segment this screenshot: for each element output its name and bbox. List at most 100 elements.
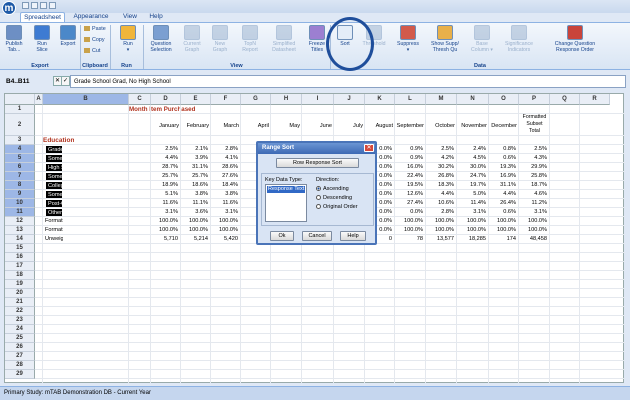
column-header-e[interactable]: E [181,94,211,105]
show-supp-button[interactable]: Show Supp/Thresh Qu [428,25,462,53]
column-header-j[interactable]: J [334,94,365,105]
radio-ascending[interactable]: Ascending [316,186,349,193]
publish-button[interactable]: Publish Tab... [3,25,25,53]
row-header-27[interactable]: 27 [5,352,35,361]
column-header-m[interactable]: M [426,94,457,105]
copy-button[interactable]: Copy [84,37,105,44]
status-bar: Primary Study: mTAB Demonstration DB - C… [0,386,630,400]
close-icon[interactable]: ✕ [364,144,374,152]
grid-line [35,252,625,253]
grid-line [35,261,625,262]
column-header-i[interactable]: I [302,94,334,105]
grid-line [394,105,395,383]
row-header-11[interactable]: 11 [5,208,35,217]
question-button[interactable]: Question Selection [146,25,176,53]
corner-cell[interactable] [5,94,35,105]
quick-undo-icon[interactable] [40,2,47,9]
tab-appearance[interactable]: Appearance [67,12,115,22]
tab-view[interactable]: View [117,12,143,22]
grid-line [35,306,625,307]
row-header-26[interactable]: 26 [5,343,35,352]
direction-label: Direction: [316,177,340,183]
column-header-l[interactable]: L [395,94,426,105]
run-button[interactable]: Run Slice [31,25,53,53]
row-header-20[interactable]: 20 [5,289,35,298]
radio-unchecked-icon[interactable] [316,195,321,201]
row-header-19[interactable]: 19 [5,280,35,289]
name-box[interactable]: B4..B11 [4,76,50,87]
current-graph-icon [184,25,200,40]
row-header-8[interactable]: 8 [5,181,35,190]
formula-bar: B4..B11 ✕ ✓ Grade School Grad, No High S… [0,73,630,90]
row-header-12[interactable]: 12 [5,217,35,226]
row-header-7[interactable]: 7 [5,172,35,181]
column-header-k[interactable]: K [365,94,395,105]
row-header-29[interactable]: 29 [5,370,35,379]
quick-lightning-icon[interactable] [49,2,56,9]
radio-checked-icon[interactable] [316,186,321,192]
column-header-n[interactable]: N [457,94,489,105]
row-header-22[interactable]: 22 [5,307,35,316]
key-data-type-selected[interactable]: Response Text [267,186,305,193]
ok-button[interactable]: Ok [270,231,294,241]
quick-save-icon[interactable] [22,2,29,9]
row-header-21[interactable]: 21 [5,298,35,307]
row-header-4[interactable]: 4 [5,145,35,154]
column-header-o[interactable]: O [489,94,519,105]
row-header-23[interactable]: 23 [5,316,35,325]
column-header-a[interactable]: A [35,94,43,105]
row-header-28[interactable]: 28 [5,361,35,370]
new-graph-icon [212,25,228,40]
row-response-sort-tab[interactable]: Row Response Sort [276,158,359,168]
cut-button[interactable]: Cut [84,48,100,55]
tab-spreadsheet[interactable]: Spreadsheet [20,12,65,22]
row-header-1[interactable]: 1 [5,105,35,114]
row-header-13[interactable]: 13 [5,226,35,235]
formula-input[interactable]: Grade School Grad, No High School [70,75,626,88]
grid-line [35,324,625,325]
row-header-9[interactable]: 9 [5,190,35,199]
row-header-5[interactable]: 5 [5,154,35,163]
radio-original-order[interactable]: Original Order [316,204,358,211]
range-sort-dialog: Range Sort ✕ Row Response Sort Key Data … [256,141,377,245]
suppress-button[interactable]: Suppress ▾ [394,25,422,53]
quick-open-icon[interactable] [31,2,38,9]
export-button[interactable]: Export [57,25,79,47]
radio-descending[interactable]: Descending [316,195,352,202]
row-header-24[interactable]: 24 [5,325,35,334]
key-data-type-list[interactable]: Response Text [265,184,307,222]
row-header-25[interactable]: 25 [5,334,35,343]
confirm-edit-icon[interactable]: ✓ [61,76,70,86]
row-header-6[interactable]: 6 [5,163,35,172]
row-header-15[interactable]: 15 [5,244,35,253]
column-header-f[interactable]: F [211,94,241,105]
row-header-17[interactable]: 17 [5,262,35,271]
cancel-button[interactable]: Cancel [302,231,332,241]
column-header-b[interactable]: B [43,94,129,105]
grid-line [425,105,426,383]
mtab-logo[interactable]: m [2,1,16,15]
column-header-h[interactable]: H [271,94,302,105]
column-header-g[interactable]: G [241,94,271,105]
month-header: December [491,123,517,129]
column-header-c[interactable]: C [129,94,151,105]
tab-help[interactable]: Help [145,12,167,22]
row-header-16[interactable]: 16 [5,253,35,262]
radio-unchecked-icon[interactable] [316,204,321,210]
base-column-icon [474,25,490,40]
column-header-p[interactable]: P [519,94,550,105]
row-header-10[interactable]: 10 [5,199,35,208]
row-header-14[interactable]: 14 [5,235,35,244]
row-header-2[interactable]: 2 [5,114,35,136]
change-question-button[interactable]: Change Question Response Order [545,25,605,53]
column-header-q[interactable]: Q [550,94,580,105]
row-header-18[interactable]: 18 [5,271,35,280]
row-header-3[interactable]: 3 [5,136,35,145]
help-button[interactable]: Help [340,231,366,241]
sort-highlight-ring [326,17,374,71]
column-header-r[interactable]: R [580,94,610,105]
paste-button[interactable]: Paste [84,26,106,33]
column-header-d[interactable]: D [151,94,181,105]
button-label: Slice [36,47,48,53]
run-button[interactable]: Run ▾ [117,25,139,53]
